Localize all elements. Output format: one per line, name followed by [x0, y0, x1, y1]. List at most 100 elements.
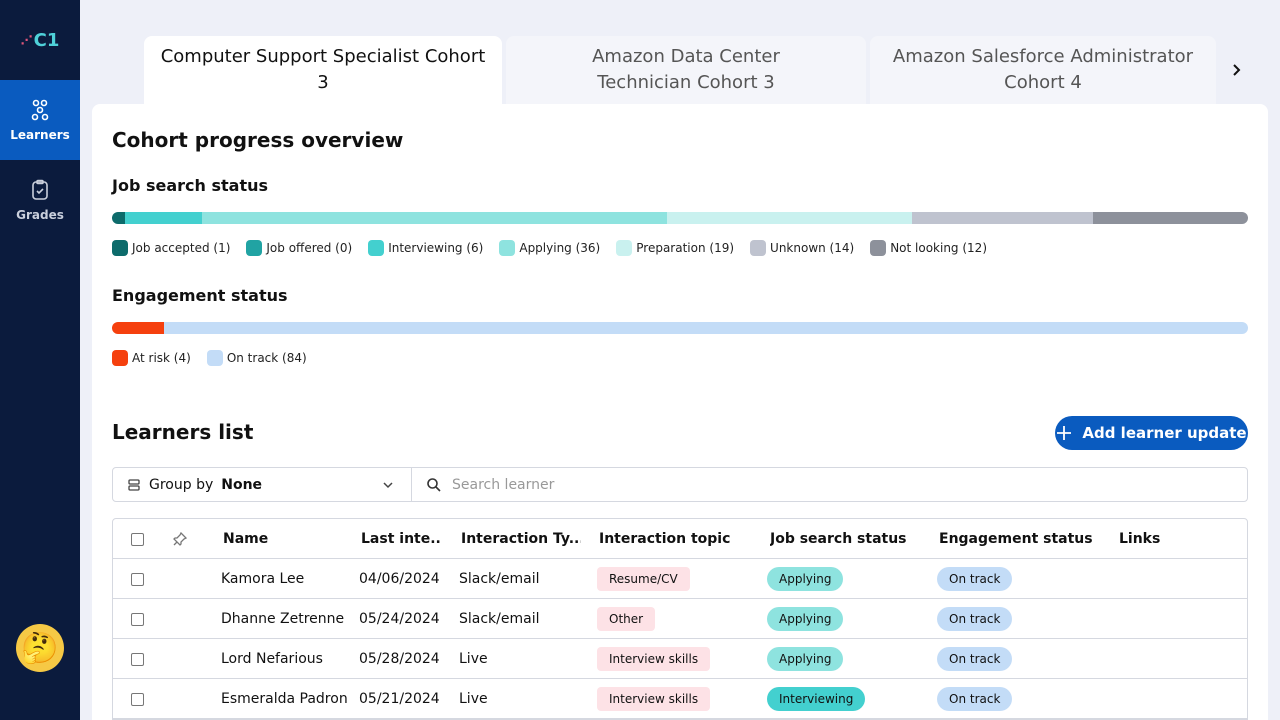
- row-checkbox[interactable]: [131, 692, 144, 706]
- overview-title: Cohort progress overview: [112, 128, 404, 152]
- job-search-status-badge: Interviewing: [767, 687, 866, 711]
- clipboard-check-icon: [32, 179, 48, 200]
- job-search-legend: Job accepted (1) Job offered (0) Interview…: [112, 240, 987, 256]
- legend-label: Unknown (14): [770, 241, 855, 255]
- learner-name[interactable]: Esmeralda Padron: [221, 679, 351, 719]
- row-checkbox[interactable]: [131, 652, 144, 666]
- legend-label: On track (84): [226, 351, 307, 365]
- bar-segment: [163, 322, 1248, 334]
- bar-segment: [124, 212, 203, 224]
- legend-item: Job accepted (1): [112, 240, 230, 256]
- column-header-links[interactable]: Links: [1119, 519, 1199, 559]
- legend-swatch: [870, 240, 887, 256]
- column-header-name[interactable]: Name: [223, 519, 348, 559]
- interaction-topic-tag: Other: [597, 607, 656, 631]
- legend-swatch: [246, 240, 263, 256]
- learner-name[interactable]: Lord Nefarious: [221, 639, 351, 679]
- job-search-status-badge: Applying: [767, 607, 844, 631]
- interaction-type: Live: [459, 691, 488, 707]
- interaction-type: Live: [459, 651, 488, 667]
- legend-item: On track (84): [206, 350, 307, 366]
- tabs-next-button[interactable]: [1222, 56, 1250, 84]
- search-box: [412, 468, 1247, 501]
- learner-name[interactable]: Dhanne Zetrenne: [221, 599, 351, 639]
- column-header-last-interaction[interactable]: Last inte...: [361, 519, 441, 559]
- sidebar-item-label: Grades: [16, 208, 64, 222]
- interaction-topic-tag: Resume/CV: [597, 567, 690, 591]
- table-header-row: Name Last inte... Interaction Ty... Inte…: [113, 519, 1247, 559]
- legend-swatch: [368, 240, 385, 256]
- row-checkbox[interactable]: [131, 612, 144, 626]
- table-row[interactable]: Lord Nefarious 05/28/2024 Live Interview sk…: [113, 639, 1247, 679]
- logo-dots: ⋰: [20, 33, 33, 47]
- column-header-interaction-type[interactable]: Interaction Ty...: [461, 519, 581, 559]
- logo-text: C1: [33, 29, 60, 51]
- legend-item: Interviewing (6): [368, 240, 483, 256]
- column-header-interaction-topic[interactable]: Interaction topic: [599, 519, 749, 559]
- engagement-title: Engagement status: [112, 286, 288, 305]
- learners-icon: [31, 99, 49, 121]
- legend-label: Job accepted (1): [132, 241, 231, 255]
- interaction-topic-tag: Interview skills: [597, 687, 711, 711]
- table-row[interactable]: Kamora Lee 04/06/2024 Slack/email Resume/CV…: [113, 559, 1247, 599]
- last-interaction-date: 05/21/2024: [359, 691, 440, 707]
- column-header-job-search-status[interactable]: Job search status: [770, 519, 920, 559]
- avatar[interactable]: 🤔: [16, 624, 64, 672]
- chevron-right-icon: [1233, 64, 1241, 76]
- learner-name[interactable]: Kamora Lee: [221, 559, 351, 599]
- learners-table: Name Last inte... Interaction Ty... Inte…: [112, 518, 1248, 720]
- legend-label: Interviewing (6): [388, 241, 484, 255]
- engagement-legend: At risk (4) On track (84): [112, 350, 307, 366]
- add-learner-update-button[interactable]: Add learner update: [1055, 416, 1248, 450]
- legend-item: Not looking (12): [870, 240, 987, 256]
- engagement-bar: [112, 322, 1248, 334]
- engagement-status-badge: On track: [937, 647, 1013, 671]
- legend-label: Applying (36): [519, 241, 601, 255]
- sidebar: ⋰ C1 Learners Grades 🤔: [0, 0, 80, 720]
- learners-list-title: Learners list: [112, 420, 254, 444]
- group-by-value: None: [221, 476, 263, 493]
- bar-segment: [202, 212, 668, 224]
- engagement-status-badge: On track: [937, 687, 1013, 711]
- tab-computer-support[interactable]: Computer Support Specialist Cohort 3: [144, 36, 502, 104]
- engagement-status-badge: On track: [937, 567, 1013, 591]
- add-learner-update-label: Add learner update: [1082, 424, 1247, 442]
- plus-icon: [1057, 426, 1072, 440]
- bar-segment: [112, 322, 164, 334]
- search-icon: [427, 477, 441, 492]
- cohort-card: Cohort progress overview Job search stat…: [92, 104, 1268, 720]
- table-row[interactable]: Esmeralda Padron 05/21/2024 Live Interview …: [113, 679, 1247, 719]
- select-all-checkbox[interactable]: [131, 532, 144, 546]
- search-input[interactable]: [452, 476, 1052, 493]
- bar-segment: [112, 212, 125, 224]
- legend-swatch: [499, 240, 516, 256]
- sidebar-item-learners[interactable]: Learners: [0, 80, 80, 160]
- tab-salesforce[interactable]: Amazon Salesforce Administrator Cohort 4: [870, 36, 1216, 104]
- legend-swatch: [616, 240, 633, 256]
- job-search-bar: [112, 212, 1248, 224]
- legend-swatch: [206, 350, 223, 366]
- legend-swatch: [750, 240, 767, 256]
- engagement-status-badge: On track: [937, 607, 1013, 631]
- tab-data-center[interactable]: Amazon Data Center Technician Cohort 3: [506, 36, 866, 104]
- app-logo[interactable]: ⋰ C1: [0, 0, 80, 80]
- legend-item: Applying (36): [499, 240, 600, 256]
- group-icon: [128, 478, 140, 491]
- job-search-status-badge: Applying: [767, 647, 844, 671]
- row-checkbox[interactable]: [131, 572, 144, 586]
- job-search-status-badge: Applying: [767, 567, 844, 591]
- interaction-type: Slack/email: [459, 571, 540, 587]
- last-interaction-date: 04/06/2024: [359, 571, 440, 587]
- pin-icon[interactable]: [173, 532, 187, 546]
- sidebar-item-grades[interactable]: Grades: [0, 160, 80, 240]
- table-row[interactable]: Dhanne Zetrenne 05/24/2024 Slack/email Othe…: [113, 599, 1247, 639]
- legend-item: Job offered (0): [246, 240, 352, 256]
- job-search-title: Job search status: [112, 176, 269, 195]
- legend-label: Not looking (12): [890, 241, 987, 255]
- column-header-engagement-status[interactable]: Engagement status: [939, 519, 1109, 559]
- legend-item: Preparation (19): [616, 240, 734, 256]
- group-by-select[interactable]: Group by None: [113, 468, 412, 501]
- legend-item: At risk (4): [112, 350, 191, 366]
- legend-label: At risk (4): [132, 351, 191, 365]
- bar-segment: [667, 212, 913, 224]
